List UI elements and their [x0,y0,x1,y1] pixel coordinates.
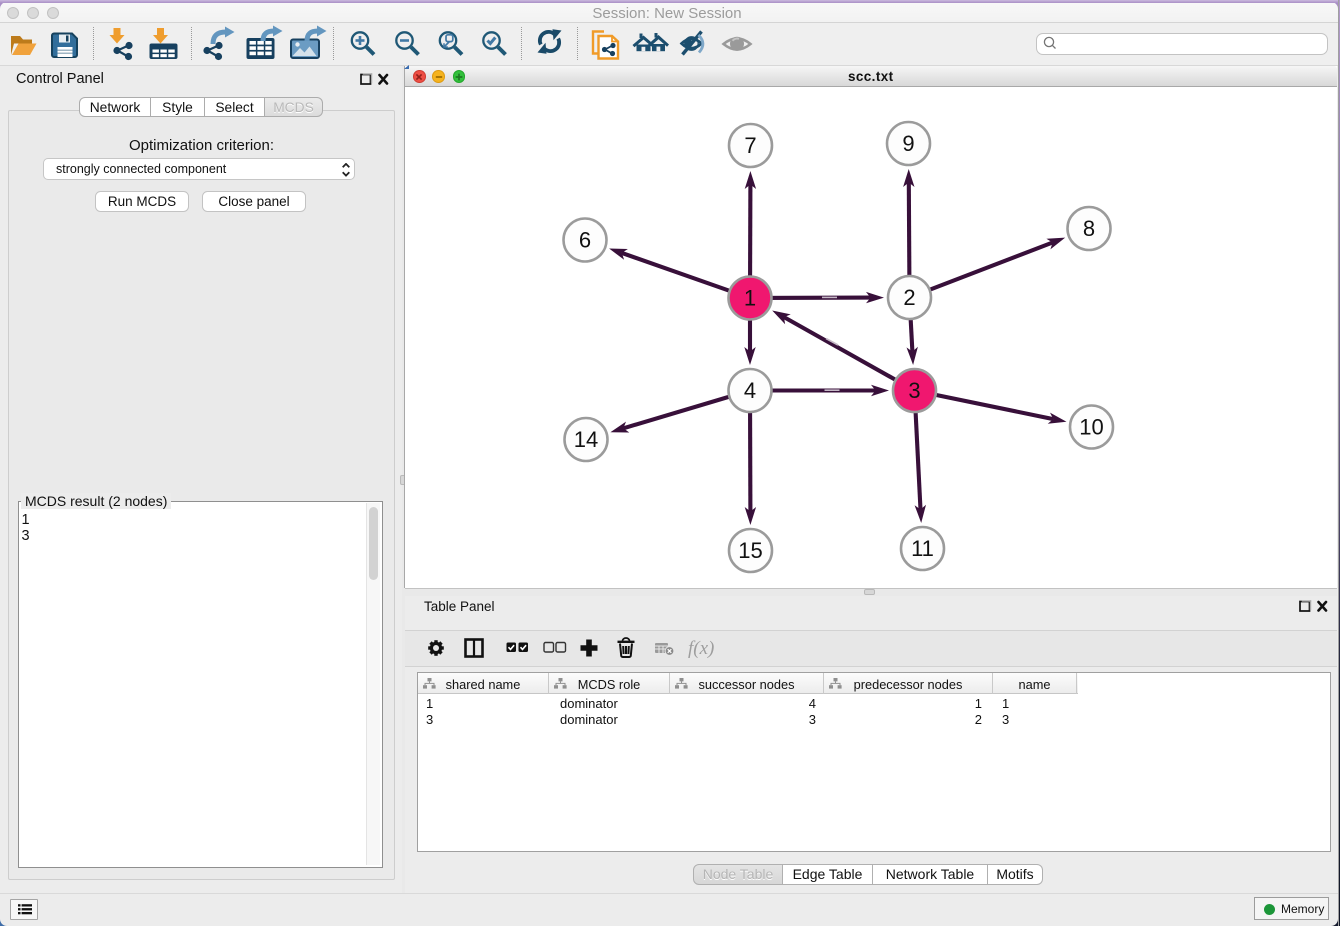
svg-text:6: 6 [579,228,591,253]
svg-text:3: 3 [908,378,920,403]
svg-text:2: 2 [903,285,915,310]
svg-text:9: 9 [902,131,914,156]
svg-text:f(x): f(x) [688,638,714,659]
svg-text:11: 11 [911,536,934,561]
svg-text:7: 7 [744,133,756,158]
svg-text:8: 8 [1083,216,1095,241]
svg-text:1: 1 [744,286,756,311]
svg-text:14: 14 [574,427,598,452]
svg-text:4: 4 [744,378,756,403]
svg-text:10: 10 [1079,415,1103,440]
svg-text:15: 15 [738,538,762,563]
